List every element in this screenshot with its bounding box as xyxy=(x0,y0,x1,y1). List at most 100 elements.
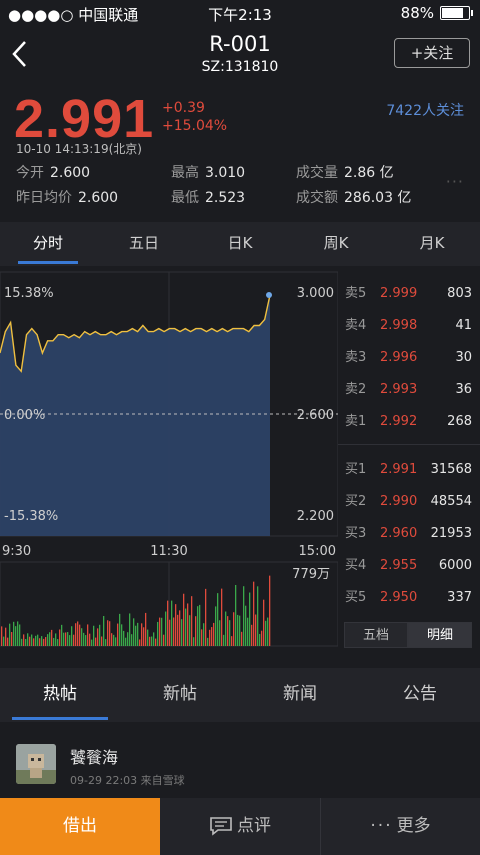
volume-bar xyxy=(167,600,169,646)
volume-bar xyxy=(129,613,131,646)
stat-turnover: 成交额 286.03 亿 xyxy=(296,190,412,206)
bid-row-4: 买4 2.955 6000 xyxy=(345,558,472,573)
volume-bar xyxy=(83,632,85,646)
volume-bar xyxy=(123,630,125,646)
comment-icon xyxy=(210,817,232,836)
borrow-button[interactable]: 借出 xyxy=(0,798,160,855)
volume-bar xyxy=(103,615,105,646)
price-change-percent: +15.04% xyxy=(162,118,228,134)
tab-hot-posts[interactable]: 热帖 xyxy=(0,668,120,722)
volume-bar xyxy=(229,620,231,646)
y-right-label-bottom: 2.200 xyxy=(297,509,334,524)
tab-announcements[interactable]: 公告 xyxy=(360,668,480,722)
volume-bar xyxy=(187,603,189,646)
comment-button[interactable]: 点评 xyxy=(160,798,321,855)
volume-bar xyxy=(21,638,23,646)
volume-bar xyxy=(161,617,163,646)
intraday-chart[interactable]: 15.38% 0.00% -15.38% 3.000 2.600 2.200 9:30 11:… xyxy=(0,268,338,650)
stat-prev-avg: 昨日均价 2.600 xyxy=(16,190,119,206)
volume-bar xyxy=(185,608,187,646)
volume-bar xyxy=(249,592,251,646)
volume-bar xyxy=(35,635,37,646)
stat-volume: 成交量 2.86 亿 xyxy=(296,165,394,181)
volume-bar xyxy=(127,632,129,646)
status-bar: ●●●●○ 中国联通 下午2:13 88% xyxy=(0,0,480,28)
order-book-toggle: 五档 明细 xyxy=(344,622,472,648)
volume-bar xyxy=(231,636,233,646)
x-tick-mid: 11:30 xyxy=(150,544,187,559)
volume-bar xyxy=(253,581,255,646)
volume-bar xyxy=(209,629,211,646)
volume-bar xyxy=(15,626,17,646)
volume-bar xyxy=(67,632,69,646)
tab-daily-k[interactable]: 日K xyxy=(192,222,288,266)
volume-bar xyxy=(183,593,185,646)
y-right-label-mid: 2.600 xyxy=(297,408,334,423)
price-change: +0.39 xyxy=(162,100,205,116)
volume-bar xyxy=(191,596,193,646)
volume-bar xyxy=(243,586,245,646)
y-left-label-top: 15.38% xyxy=(4,286,54,301)
volume-bar xyxy=(203,623,205,646)
x-tick-end: 15:00 xyxy=(299,544,336,559)
quote-timestamp: 10-10 14:13:19(北京) xyxy=(16,142,142,156)
follow-button[interactable]: +关注 xyxy=(394,38,470,68)
tab-weekly-k[interactable]: 周K xyxy=(288,222,384,266)
volume-bar xyxy=(91,639,93,646)
tab-monthly-k[interactable]: 月K xyxy=(384,222,480,266)
volume-bar xyxy=(147,629,149,646)
volume-bar xyxy=(149,636,151,646)
detail-button[interactable]: 明细 xyxy=(408,622,472,648)
stat-open: 今开 2.600 xyxy=(16,165,91,181)
tab-intraday[interactable]: 分时 xyxy=(0,222,96,266)
tab-news[interactable]: 新闻 xyxy=(240,668,360,722)
volume-bar xyxy=(233,612,235,646)
volume-bar xyxy=(139,639,141,646)
volume-bar xyxy=(155,638,157,646)
y-left-label-mid: 0.00% xyxy=(4,408,45,423)
post-author[interactable]: 饕餮海 xyxy=(70,744,118,768)
volume-bar xyxy=(141,623,143,646)
volume-bar xyxy=(25,639,27,646)
stat-high: 最高 3.010 xyxy=(171,165,246,181)
volume-bar xyxy=(217,593,219,646)
five-level-button[interactable]: 五档 xyxy=(344,622,408,648)
volume-bar xyxy=(199,604,201,646)
volume-bar xyxy=(87,624,89,646)
volume-bar xyxy=(237,614,239,646)
followers-count[interactable]: 7422人关注 xyxy=(386,100,464,120)
bottom-action-bar: 借出 点评 ··· 更多 xyxy=(0,798,480,855)
tab-new-posts[interactable]: 新帖 xyxy=(120,668,240,722)
volume-bar xyxy=(31,634,33,646)
chart-tabs: 分时 五日 日K 周K 月K xyxy=(0,222,480,266)
stat-low: 最低 2.523 xyxy=(171,190,246,206)
volume-bar xyxy=(1,626,3,646)
more-dots-icon[interactable]: ··· xyxy=(446,172,464,191)
volume-bar xyxy=(37,634,39,646)
volume-bar xyxy=(227,616,229,646)
volume-bar xyxy=(267,617,269,646)
volume-bar xyxy=(193,637,195,646)
volume-bar xyxy=(173,617,175,646)
volume-bar xyxy=(263,599,265,646)
volume-bar xyxy=(19,624,21,646)
volume-bar xyxy=(27,633,29,646)
more-button[interactable]: ··· 更多 xyxy=(321,798,480,855)
volume-bar xyxy=(77,621,79,646)
volume-bar xyxy=(97,628,99,646)
volume-bar xyxy=(131,634,133,646)
volume-bar xyxy=(239,615,241,646)
volume-bar xyxy=(255,614,257,646)
more-label: 更多 xyxy=(396,816,431,836)
y-left-label-bottom: -15.38% xyxy=(4,509,58,524)
volume-bar xyxy=(71,626,73,646)
volume-bar xyxy=(175,604,177,646)
volume-bar xyxy=(101,636,103,646)
battery-icon xyxy=(440,6,473,20)
avatar[interactable] xyxy=(16,744,56,784)
battery-percent: 88% xyxy=(400,4,434,22)
post-item[interactable]: 饕餮海 09-29 22:03 来自雪球 xyxy=(0,730,480,800)
volume-bar xyxy=(157,621,159,646)
tab-five-day[interactable]: 五日 xyxy=(96,222,192,266)
volume-bar xyxy=(105,639,107,646)
